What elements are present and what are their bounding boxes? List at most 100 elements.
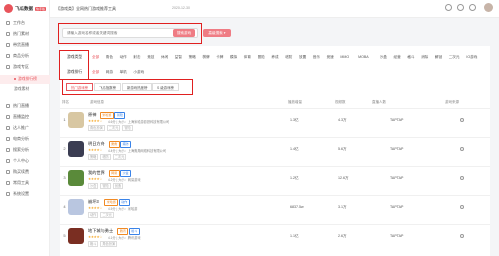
header-game-info: 游戏信息 (90, 100, 104, 104)
header-play[interactable]: 播放增量 (288, 100, 302, 105)
category-option[interactable]: 模拟 (230, 55, 237, 60)
category-option[interactable]: 动作 (120, 55, 127, 60)
bell-icon[interactable] (457, 4, 464, 11)
category-option[interactable]: 体育 (244, 55, 251, 60)
game-name[interactable]: 明日方舟 (88, 141, 105, 147)
category-option[interactable]: 角色 (106, 55, 113, 60)
category-option[interactable]: MOBA (358, 55, 369, 59)
game-icon[interactable] (68, 228, 84, 244)
sidebar-item-personal[interactable]: 个人中心 (6, 158, 29, 164)
game-tag: 鹰角 (108, 141, 120, 148)
breadcrumb: 【游戏类】全网热门游戏推荐工具 (56, 6, 116, 11)
sidebar-sub-game-material[interactable]: 游戏素材 (14, 87, 29, 92)
category-option[interactable]: 棋牌 (202, 55, 209, 60)
sidebar-item-tools[interactable]: 常用工具 (6, 180, 29, 186)
rank-number: 4 (63, 204, 66, 209)
game-meta: 4.6分 | 大小：上海米哈游影铁科技有限公司 (108, 120, 170, 124)
game-icon[interactable] (68, 141, 84, 157)
category-option[interactable]: 塔防 (285, 55, 292, 60)
header-videos[interactable]: 视频数 (335, 100, 346, 105)
sidebar-item-ecommerce[interactable]: 电商分析 (6, 136, 29, 142)
goods-icon (6, 54, 10, 58)
message-icon[interactable] (445, 4, 452, 11)
help-icon[interactable] (469, 4, 476, 11)
download-icon[interactable] (460, 176, 464, 180)
game-name[interactable]: 地下城与勇士 (88, 228, 113, 234)
category-option[interactable]: 益智 (175, 55, 182, 60)
download-icon[interactable] (460, 118, 464, 122)
category-option[interactable]: 卡牌 (216, 55, 223, 60)
sidebar-item-label: 游戏专区 (13, 64, 29, 69)
rank-number: 5 (63, 233, 66, 238)
game-icon[interactable] (68, 199, 84, 215)
sidebar-item-workbench[interactable]: 工作台 (6, 20, 25, 26)
game-icon[interactable] (68, 112, 84, 128)
table-row[interactable]: 2 明日方舟 鹰角 塔防 ★★★★☆ 4.4分 | 大小：上海鹰角网络科技有限公司… (60, 137, 490, 163)
category-option[interactable]: 竞技 (147, 55, 154, 60)
genre-tag: 二次元 (112, 154, 127, 160)
genre-tag: 冒险 (100, 183, 111, 189)
date-label: 2020-12-30 (172, 6, 190, 10)
table-row[interactable]: 1 原神 米哈游 冒险 ★★★★☆ 4.6分 | 大小：上海米哈游影铁科技有限公司… (60, 108, 490, 134)
advanced-search-button[interactable]: 高级搜索 ▾ (203, 29, 231, 37)
category-option[interactable]: 养成 (271, 55, 278, 60)
sidebar-item-search-analysis[interactable]: 搜索分析 (6, 147, 29, 153)
category-option[interactable]: 策略 (189, 55, 196, 60)
subcategory-option[interactable]: 小游戏 (133, 70, 144, 75)
sidebar-item-goods[interactable]: 商品分析 (6, 53, 29, 59)
play-increase: 1.2亿 (290, 176, 299, 180)
avatar[interactable] (484, 3, 493, 12)
sidebar-item-promote[interactable]: 达人推广 (6, 125, 29, 131)
game-name[interactable]: 原神 (88, 112, 96, 118)
table-row[interactable]: 3 我的世界 网易 沙盒 ★★★★☆ 4.2分 | 大小：网易游戏 沙盒 冒险 创造 … (60, 166, 490, 192)
game-source: TAPTAP (390, 176, 404, 180)
sidebar-item-label: 工作台 (13, 20, 25, 25)
sidebar-item-purchase[interactable]: 购买续费 (6, 169, 29, 175)
category-option[interactable]: 二次元 (449, 55, 460, 60)
rating-stars-icon: ★★★★☆ (88, 119, 103, 123)
game-source: TAPTAP (390, 147, 404, 151)
sidebar-item-settings[interactable]: 系统设置 (6, 191, 29, 197)
sidebar-item-hot-live[interactable]: 热门直播 (6, 103, 29, 109)
sidebar-item-hot-material[interactable]: 热门素材 (6, 31, 29, 37)
category-option[interactable]: 格斗 (407, 55, 414, 60)
game-meta: 4.2分 | 大小：网易游戏 (108, 178, 141, 182)
subcategory-option[interactable]: 网游 (106, 70, 113, 75)
sidebar-sub-game-rank[interactable]: 游戏排行榜 (14, 77, 37, 82)
home-icon (6, 21, 10, 25)
category-option[interactable]: 放置 (299, 55, 306, 60)
table-row[interactable]: 4 崩坏3 米哈游 动作 ★★★★☆ 4.5分 | 大小：米哈游 动作 二次元 68… (60, 195, 490, 221)
category-option[interactable]: 消除 (421, 55, 428, 60)
play-increase: 1.4亿 (290, 147, 299, 151)
category-option[interactable]: 射击 (133, 55, 140, 60)
logo-text: 飞瓜数据 (15, 5, 33, 11)
category-option[interactable]: 冒险 (258, 55, 265, 60)
category-option[interactable]: 竞速 (327, 55, 334, 60)
subcategory-option[interactable]: 全部 (92, 70, 99, 75)
game-name[interactable]: 崩坏3 (88, 199, 99, 205)
sidebar-item-live-monitor[interactable]: 直播监控 (6, 114, 29, 120)
logo[interactable]: 飞瓜数据 快手版 (4, 4, 47, 13)
category-option[interactable]: MMO (340, 55, 349, 59)
genre-tag: 二次元 (100, 212, 114, 218)
game-icon[interactable] (68, 170, 84, 186)
game-name[interactable]: 我的世界 (88, 170, 105, 176)
category-option[interactable]: 全部 (92, 55, 99, 60)
download-icon[interactable] (460, 205, 464, 209)
category-option[interactable]: 休闲 (161, 55, 168, 60)
genre-tag: 角色扮演 (88, 125, 105, 131)
table-row[interactable]: 5 地下城与勇士 腾讯 格斗 ★★★★☆ 4.1分 | 大小：腾讯游戏 格斗 角色扮… (60, 224, 490, 250)
category-option[interactable]: 沙盒 (380, 55, 387, 60)
category-option[interactable]: 音乐 (313, 55, 320, 60)
download-icon[interactable] (460, 147, 464, 151)
category-option[interactable]: 经营 (394, 55, 401, 60)
category-option[interactable]: IO游戏 (466, 55, 477, 60)
header-live[interactable]: 直播人数 (372, 100, 386, 105)
genre-tag: 角色扮演 (100, 241, 118, 247)
subcategory-option[interactable]: 单机 (120, 70, 127, 75)
category-option[interactable]: 解谜 (435, 55, 442, 60)
sidebar-item-game[interactable]: 游戏专区 (6, 64, 29, 70)
download-icon[interactable] (460, 234, 464, 238)
sidebar-item-live-sale[interactable]: 带货直播 (6, 42, 29, 48)
fire-icon (6, 32, 10, 36)
